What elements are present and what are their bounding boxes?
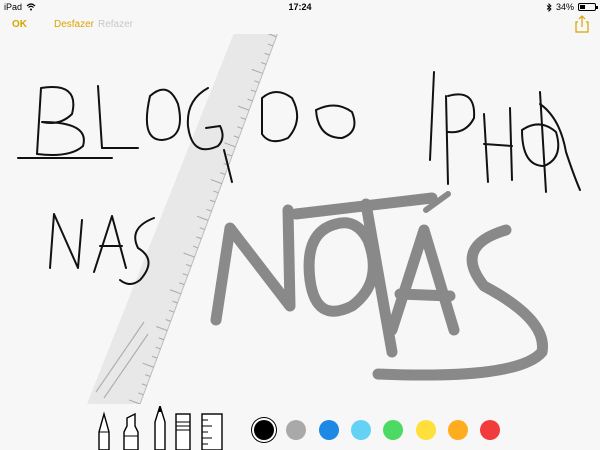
undo-button[interactable]: Desfazer — [54, 19, 94, 30]
color-swatch-blue[interactable] — [318, 420, 339, 440]
share-icon[interactable] — [574, 14, 590, 34]
notes-toolbar: OK Desfazer Refazer — [0, 14, 600, 34]
battery-fill — [580, 5, 585, 9]
color-swatch-green[interactable] — [383, 420, 404, 440]
handwriting-blog-do-iphone — [17, 71, 581, 285]
drawing-tools-bar — [0, 404, 600, 450]
color-swatch-red[interactable] — [480, 420, 501, 440]
redo-button[interactable]: Refazer — [98, 19, 133, 30]
pencil-tool[interactable] — [150, 406, 170, 450]
drawing-canvas[interactable] — [0, 34, 600, 404]
ruler-tool[interactable] — [200, 410, 224, 450]
eraser-tool[interactable] — [174, 410, 192, 450]
color-swatch-black[interactable] — [254, 420, 274, 440]
color-swatch-gray[interactable] — [286, 420, 307, 440]
battery-icon — [578, 3, 598, 11]
handwriting-notas — [210, 191, 548, 381]
color-swatch-light-blue[interactable] — [350, 420, 371, 440]
color-swatch-orange[interactable] — [447, 420, 468, 440]
ok-button[interactable]: OK — [12, 19, 27, 30]
status-bar: iPad 17:24 34% — [0, 0, 600, 14]
pen-tool[interactable] — [94, 410, 114, 450]
ruler[interactable] — [87, 34, 290, 404]
marker-tool[interactable] — [121, 410, 141, 450]
color-swatch-yellow[interactable] — [415, 420, 436, 440]
bluetooth-icon — [546, 2, 552, 12]
battery-percent: 34% — [555, 2, 574, 12]
status-time: 17:24 — [288, 2, 312, 12]
